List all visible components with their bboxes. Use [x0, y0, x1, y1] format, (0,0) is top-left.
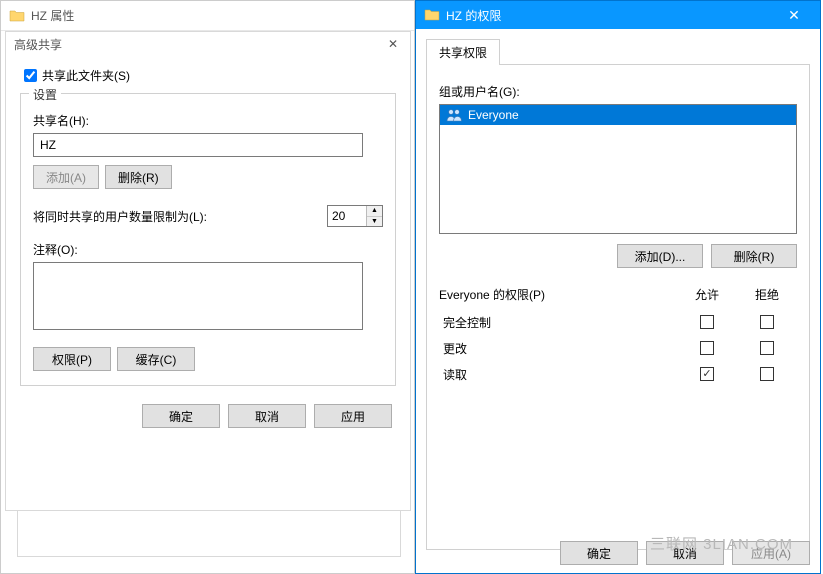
comment-input[interactable] — [33, 262, 363, 330]
properties-window: HZ 属性 高级共享 ✕ 共享此文件夹(S) 设置 共享名(H): 添加(A) … — [0, 0, 415, 574]
apply-button[interactable]: 应用(A) — [732, 541, 810, 565]
ok-button[interactable]: 确定 — [560, 541, 638, 565]
permissions-title: HZ 的权限 — [446, 7, 772, 24]
remove-user-button[interactable]: 删除(R) — [711, 244, 797, 268]
ok-button[interactable]: 确定 — [142, 404, 220, 428]
add-share-button[interactable]: 添加(A) — [33, 165, 99, 189]
close-icon[interactable]: ✕ — [384, 35, 402, 53]
cancel-button[interactable]: 取消 — [646, 541, 724, 565]
properties-panel-remnant — [17, 511, 401, 557]
advanced-sharing-dialog: 高级共享 ✕ 共享此文件夹(S) 设置 共享名(H): 添加(A) 删除(R) … — [5, 31, 411, 511]
tab-share-permissions[interactable]: 共享权限 — [426, 39, 500, 65]
folder-icon — [9, 8, 25, 24]
allow-checkbox[interactable] — [700, 341, 714, 355]
deny-checkbox[interactable] — [760, 315, 774, 329]
share-name-label: 共享名(H): — [33, 112, 383, 129]
permissions-for-label: Everyone 的权限(P) — [439, 286, 677, 303]
settings-legend: 设置 — [29, 86, 61, 103]
share-folder-label: 共享此文件夹(S) — [42, 67, 130, 84]
column-deny: 拒绝 — [737, 286, 797, 303]
permissions-titlebar[interactable]: HZ 的权限 ✕ — [416, 1, 820, 29]
allow-checkbox[interactable] — [700, 315, 714, 329]
share-name-input[interactable] — [33, 133, 363, 157]
users-listbox[interactable]: Everyone — [439, 104, 797, 234]
spinner-up-icon[interactable]: ▲ — [367, 206, 382, 217]
group-users-label: 组或用户名(G): — [439, 83, 797, 100]
deny-checkbox[interactable] — [760, 341, 774, 355]
spinner-down-icon[interactable]: ▼ — [367, 217, 382, 227]
tab-panel: 组或用户名(G): Everyone 添加(D)... 删除(R) Everyo… — [426, 64, 810, 550]
advanced-sharing-title: 高级共享 — [14, 36, 62, 53]
tab-strip: 共享权限 — [426, 39, 820, 65]
permissions-button[interactable]: 权限(P) — [33, 347, 111, 371]
user-limit-label: 将同时共享的用户数量限制为(L): — [33, 208, 207, 225]
allow-checkbox[interactable] — [700, 367, 714, 381]
list-item-label: Everyone — [468, 108, 519, 122]
permission-name: 完全控制 — [439, 314, 677, 331]
column-allow: 允许 — [677, 286, 737, 303]
share-folder-checkbox[interactable] — [24, 69, 37, 82]
permission-row: 完全控制 — [439, 309, 797, 335]
apply-button[interactable]: 应用 — [314, 404, 392, 428]
permission-row: 读取 — [439, 361, 797, 387]
settings-group: 设置 共享名(H): 添加(A) 删除(R) 将同时共享的用户数量限制为(L):… — [20, 93, 396, 386]
list-item[interactable]: Everyone — [440, 105, 796, 125]
close-icon[interactable]: ✕ — [772, 1, 816, 29]
user-limit-input[interactable] — [328, 206, 366, 226]
permission-row: 更改 — [439, 335, 797, 361]
user-limit-spinner[interactable]: ▲ ▼ — [327, 205, 383, 227]
permissions-table: 完全控制更改读取 — [439, 309, 797, 387]
advanced-sharing-titlebar[interactable]: 高级共享 ✕ — [6, 32, 410, 56]
deny-checkbox[interactable] — [760, 367, 774, 381]
caching-button[interactable]: 缓存(C) — [117, 347, 195, 371]
folder-icon — [424, 7, 440, 23]
permission-name: 更改 — [439, 340, 677, 357]
add-user-button[interactable]: 添加(D)... — [617, 244, 703, 268]
properties-title: HZ 属性 — [31, 7, 74, 24]
comment-label: 注释(O): — [33, 241, 383, 258]
remove-share-button[interactable]: 删除(R) — [105, 165, 172, 189]
permissions-window: HZ 的权限 ✕ 共享权限 组或用户名(G): Everyone 添加(D)..… — [415, 0, 821, 574]
cancel-button[interactable]: 取消 — [228, 404, 306, 428]
share-folder-checkbox-row[interactable]: 共享此文件夹(S) — [20, 66, 396, 85]
permission-name: 读取 — [439, 366, 677, 383]
properties-titlebar[interactable]: HZ 属性 — [1, 1, 414, 31]
users-icon — [446, 108, 462, 122]
